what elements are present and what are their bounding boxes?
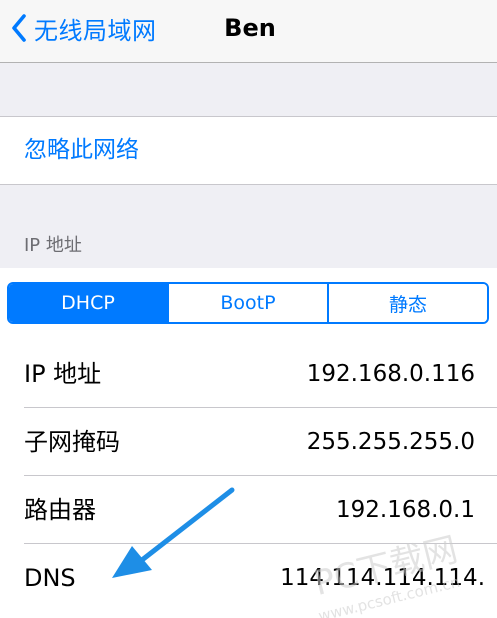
ip-mode-segmented-control: DHCP BootP 静态 [7,282,489,324]
ip-address-label: IP 地址 [24,360,102,388]
list-item-router: 路由器 192.168.0.1 [0,476,497,544]
ip-section-header: IP 地址 [24,235,82,256]
subnet-mask-label: 子网掩码 [24,428,120,456]
ip-info-list: IP 地址 192.168.0.116 子网掩码 255.255.255.0 路… [0,340,497,618]
list-item-dns[interactable]: DNS 114.114.114.114. [0,544,497,612]
list-item-ip-address: IP 地址 192.168.0.116 [0,340,497,408]
segment-static[interactable]: 静态 [327,284,487,322]
ip-address-value: 192.168.0.116 [306,361,475,387]
router-label: 路由器 [24,496,96,524]
segment-dhcp[interactable]: DHCP [9,284,167,322]
list-item-subnet-mask: 子网掩码 255.255.255.0 [0,408,497,476]
chevron-left-icon [10,13,28,43]
forget-network-label: 忽略此网络 [24,137,139,163]
router-value: 192.168.0.1 [336,497,475,523]
dns-value: 114.114.114.114. [280,565,485,591]
back-button[interactable]: 无线局域网 [10,10,157,46]
back-label: 无线局域网 [34,16,157,45]
dns-label: DNS [24,564,76,592]
ip-mode-cell: DHCP BootP 静态 [0,268,497,340]
forget-network-button[interactable]: 忽略此网络 [0,116,497,185]
segment-bootp[interactable]: BootP [167,284,327,322]
page-title: Ben [224,14,276,42]
navigation-bar: 无线局域网 Ben [0,0,497,63]
subnet-mask-value: 255.255.255.0 [306,429,475,455]
